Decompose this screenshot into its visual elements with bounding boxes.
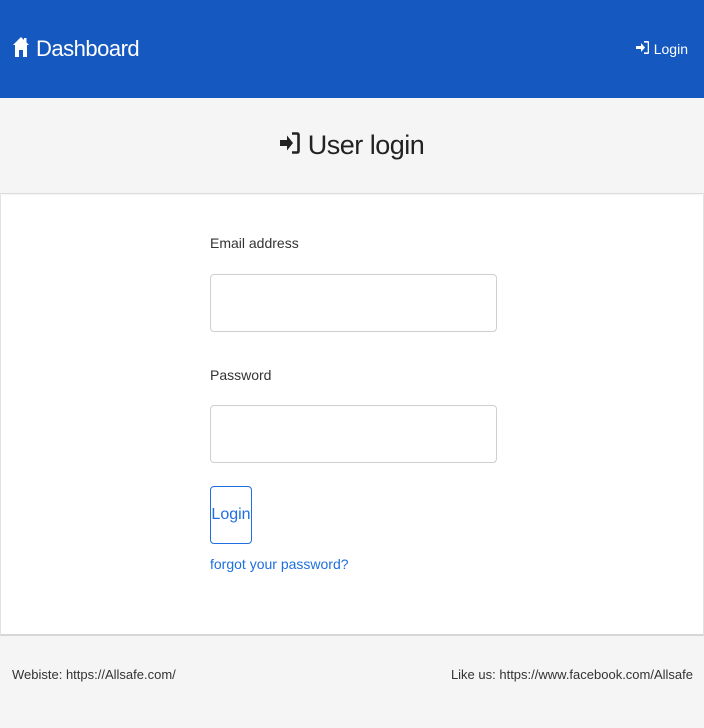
nav-login-link[interactable]: Login: [635, 41, 688, 57]
top-navbar: Dashboard Login: [0, 0, 704, 98]
forgot-password-link[interactable]: forgot your password?: [210, 556, 349, 572]
login-panel: Email address Password Login forgot your…: [0, 195, 704, 636]
password-field[interactable]: [210, 405, 497, 463]
brand-link[interactable]: Dashboard: [12, 36, 140, 63]
email-label: Email address: [210, 235, 299, 251]
login-button[interactable]: Login: [210, 486, 252, 544]
footer-website: Webiste: https://Allsafe.com/: [12, 667, 176, 682]
sign-in-icon: [279, 132, 300, 159]
page-footer: Webiste: https://Allsafe.com/ Like us: h…: [0, 637, 704, 728]
nav-login-label: Login: [653, 41, 688, 57]
page-header: User login: [0, 98, 704, 194]
password-label: Password: [210, 367, 272, 383]
home-icon: [12, 36, 30, 63]
page-title: User login: [307, 130, 425, 160]
email-field[interactable]: [210, 274, 497, 332]
brand-label: Dashboard: [36, 36, 140, 61]
footer-social: Like us: https://www.facebook.com/Allsaf…: [450, 667, 693, 682]
sign-in-icon: [635, 41, 650, 57]
